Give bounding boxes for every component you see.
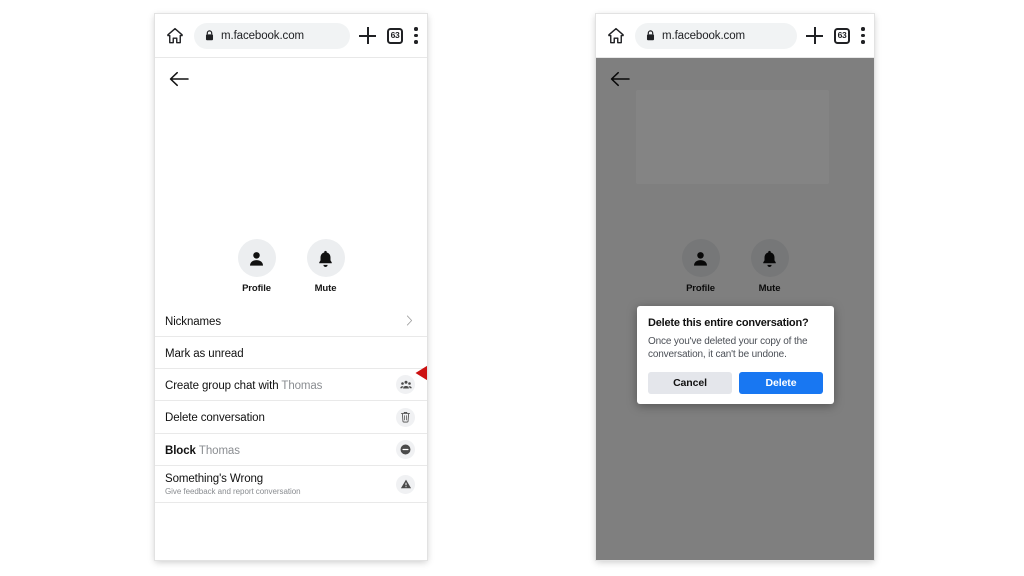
dialog-button-row: Cancel Delete — [648, 372, 823, 395]
quick-action-profile[interactable]: Profile — [237, 239, 276, 294]
phone-screenshot-left: m.facebook.com 63 Profile Mute Nicknames… — [155, 14, 427, 560]
address-bar-right[interactable]: m.facebook.com — [635, 22, 797, 49]
menu-item-block-label: Block Thomas — [165, 444, 240, 457]
trash-icon-circle — [396, 407, 415, 427]
back-arrow-icon[interactable] — [168, 70, 190, 88]
quick-action-profile-label: Profile — [242, 283, 271, 294]
home-icon[interactable] — [165, 26, 185, 46]
tab-counter-button-left[interactable]: 63 — [387, 27, 403, 44]
menu-item-somethings-wrong-text: Something's Wrong Give feedback and repo… — [165, 472, 396, 496]
mute-icon-circle — [306, 239, 345, 277]
menu-item-delete-conversation-label: Delete conversation — [165, 412, 265, 424]
cancel-button[interactable]: Cancel — [648, 372, 732, 395]
quick-action-mute[interactable]: Mute — [306, 239, 345, 294]
tab-counter-value-left: 63 — [390, 30, 400, 41]
block-icon — [400, 444, 411, 455]
dialog-message: Once you've deleted your copy of the con… — [648, 336, 808, 361]
delete-button[interactable]: Delete — [739, 372, 823, 395]
people-group-icon-circle — [396, 375, 415, 394]
home-icon[interactable] — [606, 26, 626, 46]
plus-icon[interactable] — [806, 27, 823, 44]
menu-item-nicknames-label: Nicknames — [165, 315, 221, 328]
plus-icon[interactable] — [359, 27, 376, 44]
page-content-left: Profile Mute Nicknames Mark as unread Cr… — [155, 57, 427, 560]
menu-item-mark-as-unread-label: Mark as unread — [165, 347, 244, 360]
conversation-options-list: Nicknames Mark as unread Create group ch… — [155, 305, 427, 503]
quick-action-mute-label: Mute — [314, 283, 337, 294]
menu-item-block[interactable]: Block Thomas — [155, 434, 427, 466]
people-group-icon — [399, 380, 412, 388]
background-content-placeholder — [636, 90, 829, 184]
menu-item-somethings-wrong[interactable]: Something's Wrong Give feedback and repo… — [155, 466, 427, 503]
menu-item-delete-conversation-text: Delete conversation — [165, 408, 396, 426]
menu-item-somethings-wrong-sublabel: Give feedback and report conversation — [165, 487, 301, 497]
menu-item-create-group-chat-name: Thomas — [281, 379, 323, 392]
address-bar-url-right: m.facebook.com — [662, 29, 745, 42]
menu-item-mark-as-unread[interactable]: Mark as unread — [155, 337, 427, 369]
menu-item-block-text: Block Thomas — [165, 441, 396, 459]
menu-item-nicknames[interactable]: Nicknames — [155, 305, 427, 337]
delete-conversation-dialog: Delete this entire conversation? Once yo… — [637, 306, 834, 405]
chevron-right-icon — [406, 315, 413, 326]
dialog-title: Delete this entire conversation? — [648, 317, 809, 329]
overflow-menu-icon[interactable] — [414, 27, 418, 44]
page-content-right: Profile Mute Delete this entire conversa… — [596, 57, 874, 560]
menu-item-create-group-chat-text: Create group chat with Thomas — [165, 376, 396, 394]
person-icon — [250, 251, 263, 266]
menu-item-delete-conversation[interactable]: Delete conversation — [155, 401, 427, 434]
tab-counter-value-right: 63 — [837, 30, 847, 41]
menu-item-somethings-wrong-label: Something's Wrong — [165, 472, 264, 485]
profile-icon-circle — [237, 239, 276, 277]
trash-icon — [400, 412, 411, 423]
bell-icon — [319, 250, 332, 267]
lock-icon — [205, 30, 214, 41]
address-bar-left[interactable]: m.facebook.com — [194, 22, 350, 49]
menu-item-create-group-chat[interactable]: Create group chat with Thomas — [155, 369, 427, 401]
overflow-menu-icon[interactable] — [861, 27, 865, 44]
menu-item-create-group-chat-label: Create group chat with Thomas — [165, 379, 323, 392]
tab-counter-button-right[interactable]: 63 — [834, 27, 850, 44]
warning-triangle-icon — [400, 479, 411, 489]
quick-actions-row: Profile Mute — [155, 239, 427, 294]
block-icon-circle — [396, 440, 415, 459]
menu-item-mark-as-unread-text: Mark as unread — [165, 344, 415, 362]
lock-icon — [646, 30, 655, 41]
browser-toolbar-left: m.facebook.com 63 — [155, 14, 427, 57]
menu-item-nicknames-text: Nicknames — [165, 312, 404, 330]
browser-toolbar-right: m.facebook.com 63 — [596, 14, 874, 57]
menu-item-block-name: Thomas — [198, 444, 240, 457]
address-bar-url-left: m.facebook.com — [221, 29, 304, 42]
warning-triangle-icon-circle — [396, 474, 415, 494]
phone-screenshot-right: m.facebook.com 63 Profile — [596, 14, 874, 560]
